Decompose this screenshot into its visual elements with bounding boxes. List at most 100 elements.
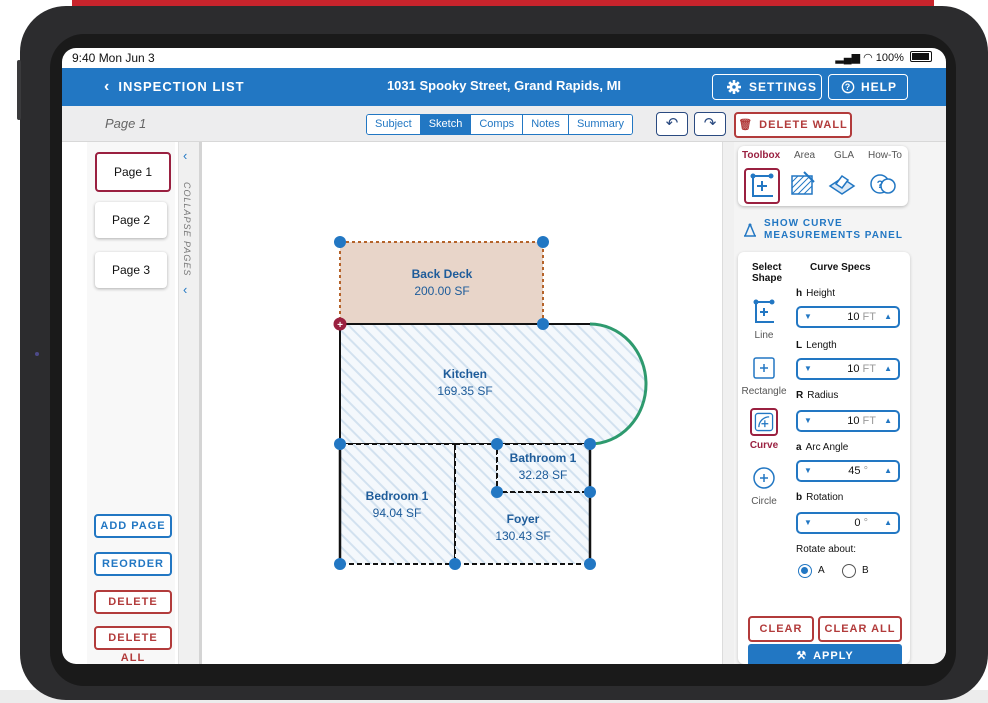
rotation-stepper[interactable]: ▼ 0 ° ▲ bbox=[796, 512, 900, 534]
increment-icon[interactable]: ▲ bbox=[884, 308, 892, 326]
length-stepper[interactable]: ▼ 10 FT ▲ bbox=[796, 358, 900, 380]
height-stepper[interactable]: ▼ 10 FT ▲ bbox=[796, 306, 900, 328]
vertex-handle[interactable] bbox=[537, 236, 549, 248]
help-icon: ? bbox=[841, 80, 855, 94]
compass-icon bbox=[744, 223, 756, 237]
clear-button[interactable]: CLEAR bbox=[748, 616, 814, 642]
page-item-2[interactable]: Page 2 bbox=[95, 202, 167, 238]
side-button bbox=[17, 60, 21, 120]
select-shape-heading-line1: Select bbox=[752, 262, 782, 273]
rotate-about-a-radio[interactable] bbox=[798, 564, 812, 578]
line-shape-icon bbox=[753, 299, 775, 323]
chevron-left-icon: ‹ bbox=[183, 282, 188, 297]
room-label-kitchen: Kitchen bbox=[443, 367, 487, 381]
delete-wall-button[interactable]: 🗑 DELETE WALL bbox=[734, 112, 852, 138]
bedroom-shape[interactable] bbox=[339, 443, 456, 565]
toolbox-draw-tool[interactable] bbox=[744, 168, 780, 204]
arc-angle-stepper[interactable]: ▼ 45 ° ▲ bbox=[796, 460, 900, 482]
collapse-pages-label: COLLAPSE PAGES bbox=[182, 182, 192, 277]
tab-notes[interactable]: Notes bbox=[523, 115, 569, 134]
increment-icon[interactable]: ▲ bbox=[884, 462, 892, 480]
vertex-handle[interactable] bbox=[491, 438, 503, 450]
rotate-about-b-radio[interactable] bbox=[842, 564, 856, 578]
vertex-handle[interactable] bbox=[584, 438, 596, 450]
room-area-bathroom-1: 32.28 SF bbox=[519, 468, 568, 482]
chevron-left-icon: ‹ bbox=[183, 148, 188, 163]
back-deck-shape[interactable] bbox=[339, 241, 544, 325]
tab-comps[interactable]: Comps bbox=[471, 115, 524, 134]
height-value-number: 10 bbox=[847, 311, 860, 323]
radius-value-number: 10 bbox=[847, 415, 860, 427]
trash-icon: 🗑 bbox=[738, 119, 754, 131]
delete-wall-label: DELETE WALL bbox=[759, 119, 848, 131]
height-unit: FT bbox=[862, 311, 876, 323]
toolbox-how-to-tool[interactable]: ? bbox=[866, 168, 898, 200]
increment-icon[interactable]: ▲ bbox=[884, 514, 892, 532]
radius-stepper[interactable]: ▼ 10 FT ▲ bbox=[796, 410, 900, 432]
undo-button[interactable]: ↶ bbox=[656, 112, 688, 136]
decrement-icon[interactable]: ▼ bbox=[804, 514, 812, 532]
radius-unit: FT bbox=[862, 415, 876, 427]
room-label-bedroom-1: Bedroom 1 bbox=[366, 489, 429, 503]
collapse-pages-handle[interactable]: ‹ COLLAPSE PAGES ‹ bbox=[178, 142, 202, 664]
shape-line-button[interactable] bbox=[750, 298, 778, 326]
reorder-button[interactable]: REORDER bbox=[94, 552, 172, 576]
tab-subject[interactable]: Subject bbox=[367, 115, 421, 134]
toolbox-gla-tool[interactable] bbox=[826, 168, 858, 200]
vertex-handle[interactable] bbox=[334, 558, 346, 570]
floor-plan[interactable]: + Back Deck 200.00 SF Kitchen 169.35 SF … bbox=[202, 142, 722, 664]
arc-angle-value-number: 45 bbox=[848, 465, 861, 477]
increment-icon[interactable]: ▲ bbox=[884, 360, 892, 378]
decrement-icon[interactable]: ▼ bbox=[804, 412, 812, 430]
arc-angle-label-text: Arc Angle bbox=[805, 442, 849, 453]
hammer-icon: ⚒ bbox=[796, 650, 808, 662]
tab-toolbox[interactable]: Toolbox bbox=[742, 150, 780, 161]
clear-all-button[interactable]: CLEAR ALL bbox=[818, 616, 902, 642]
vertex-handle[interactable] bbox=[334, 438, 346, 450]
vertex-handle[interactable] bbox=[449, 558, 461, 570]
toolbox-area-tool[interactable] bbox=[786, 168, 818, 200]
settings-button[interactable]: SETTINGS bbox=[712, 74, 822, 100]
tab-sketch[interactable]: Sketch bbox=[420, 115, 472, 134]
length-value-number: 10 bbox=[847, 363, 860, 375]
signal-icon: ▂▄▆ bbox=[835, 52, 861, 64]
back-to-inspection-list-button[interactable]: ‹ INSPECTION LIST bbox=[104, 78, 245, 96]
page-item-1[interactable]: Page 1 bbox=[95, 152, 171, 192]
delete-all-pages-button[interactable]: DELETE ALL bbox=[94, 626, 172, 664]
add-page-button[interactable]: ADD PAGE bbox=[94, 514, 172, 538]
decrement-icon[interactable]: ▼ bbox=[804, 360, 812, 378]
current-page-label: Page 1 bbox=[105, 116, 147, 131]
decrement-icon[interactable]: ▼ bbox=[804, 462, 812, 480]
delete-page-button[interactable]: DELETE bbox=[94, 590, 172, 614]
vertex-handle[interactable] bbox=[334, 236, 346, 248]
show-curve-measurements-toggle[interactable]: SHOW CURVE MEASUREMENTS PANEL bbox=[740, 218, 910, 244]
redo-button[interactable]: ↷ bbox=[694, 112, 726, 136]
svg-text:?: ? bbox=[877, 179, 884, 191]
page-item-3[interactable]: Page 3 bbox=[95, 252, 167, 288]
help-button[interactable]: ? HELP bbox=[828, 74, 908, 100]
rotation-unit: ° bbox=[863, 517, 868, 529]
pages-panel: Page 1 Page 2 Page 3 ADD PAGE REORDER DE… bbox=[87, 142, 175, 664]
gear-icon bbox=[727, 80, 741, 94]
shape-rectangle-label: Rectangle bbox=[741, 386, 787, 397]
apply-button[interactable]: ⚒ APPLY bbox=[748, 644, 902, 664]
vertex-handle[interactable] bbox=[584, 558, 596, 570]
vertex-handle[interactable] bbox=[584, 486, 596, 498]
tab-area[interactable]: Area bbox=[794, 150, 815, 161]
shape-curve-button[interactable] bbox=[750, 408, 778, 436]
decrement-icon[interactable]: ▼ bbox=[804, 308, 812, 326]
tab-gla[interactable]: GLA bbox=[834, 150, 854, 161]
tab-summary[interactable]: Summary bbox=[568, 115, 632, 134]
tab-how-to[interactable]: How-To bbox=[868, 150, 902, 161]
vertex-handle[interactable] bbox=[537, 318, 549, 330]
kitchen-shape[interactable] bbox=[340, 324, 646, 444]
shape-circle-button[interactable] bbox=[750, 464, 778, 492]
shape-rectangle-button[interactable] bbox=[750, 354, 778, 382]
vertex-handle[interactable] bbox=[491, 486, 503, 498]
height-label: h Height bbox=[796, 288, 835, 299]
battery-percent: 100% bbox=[875, 52, 904, 64]
sketch-canvas[interactable]: + Back Deck 200.00 SF Kitchen 169.35 SF … bbox=[202, 142, 722, 664]
rectangle-shape-icon bbox=[753, 357, 775, 379]
increment-icon[interactable]: ▲ bbox=[884, 412, 892, 430]
room-area-foyer: 130.43 SF bbox=[495, 529, 550, 543]
